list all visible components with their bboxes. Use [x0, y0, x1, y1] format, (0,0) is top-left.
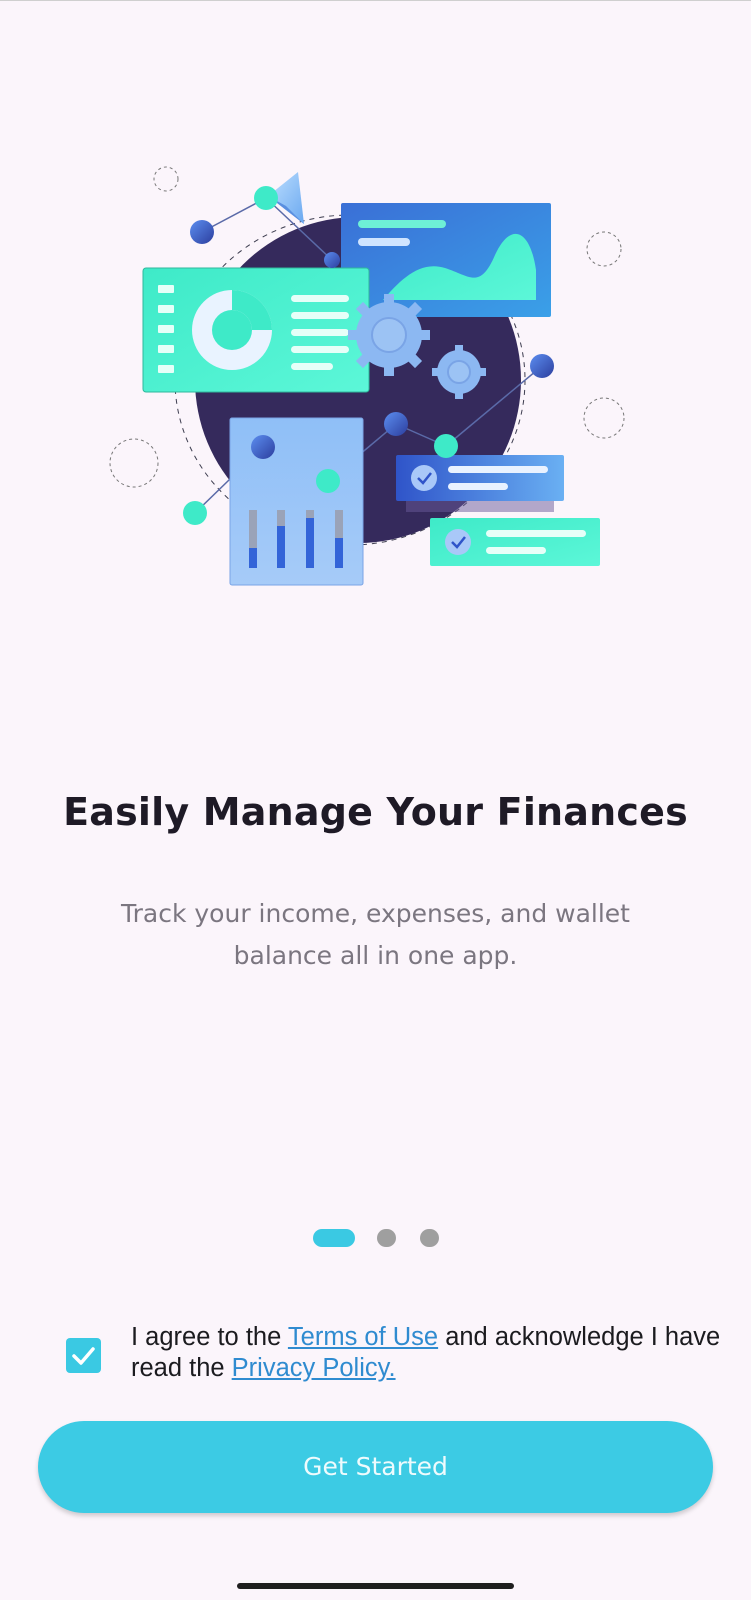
agreement-text: I agree to the Terms of Use and acknowle… [131, 1322, 721, 1384]
finance-dashboard-illustration [100, 160, 630, 610]
onboarding-subtitle: Track your income, expenses, and wallet … [121, 899, 630, 970]
get-started-button[interactable]: Get Started [38, 1421, 713, 1513]
agreement-text-before: I agree to the [131, 1323, 288, 1351]
home-indicator [237, 1583, 514, 1589]
terms-agreement: I agree to the Terms of Use and acknowle… [66, 1322, 720, 1392]
status-bar-divider [0, 0, 751, 1]
page-indicator [0, 1228, 751, 1248]
page-dot-active[interactable] [313, 1229, 355, 1247]
checkmark-icon [72, 1347, 95, 1365]
page-dot[interactable] [377, 1229, 396, 1247]
page-dot[interactable] [420, 1229, 439, 1247]
terms-of-use-link[interactable]: Terms of Use [288, 1323, 438, 1351]
onboarding-title: Easily Manage Your Finances [63, 790, 688, 834]
agree-checkbox[interactable] [66, 1338, 101, 1373]
privacy-policy-link[interactable]: Privacy Policy. [232, 1354, 396, 1382]
